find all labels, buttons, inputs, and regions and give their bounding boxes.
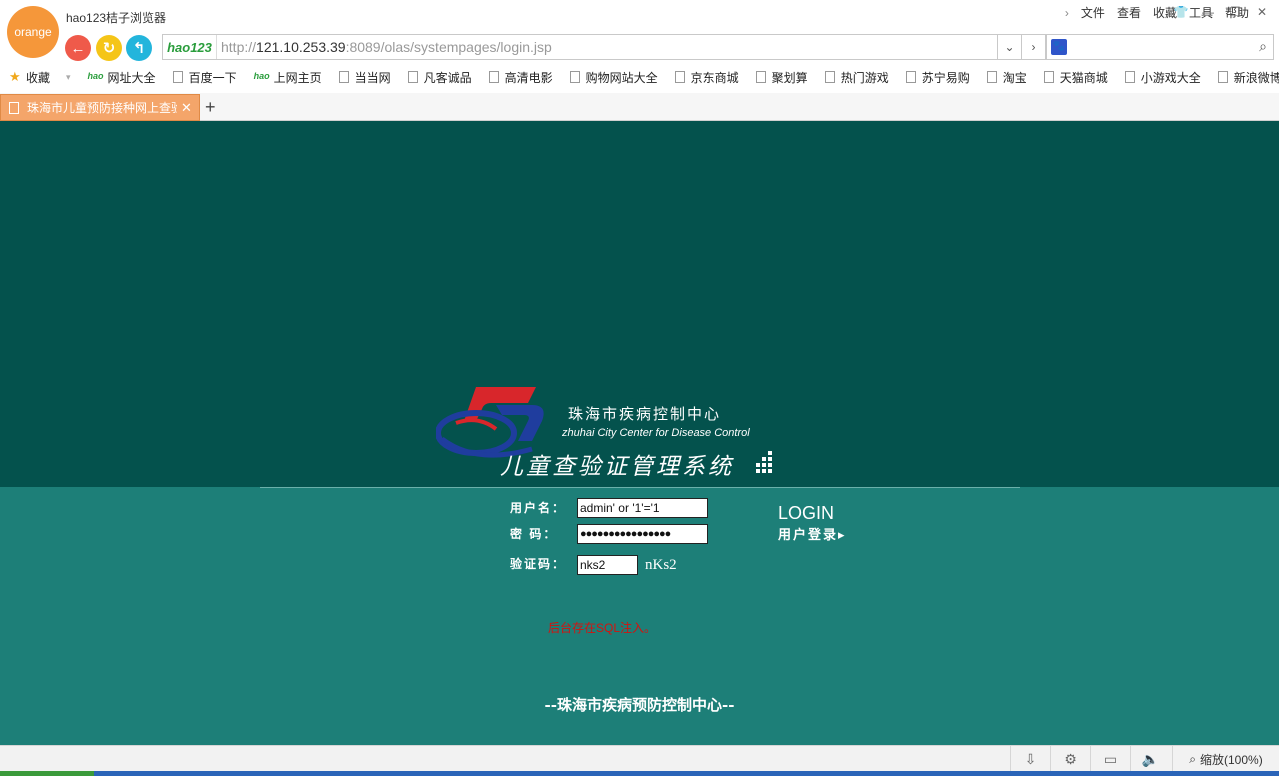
search-input[interactable]: 🐾 ⌕ [1046,34,1274,60]
navigation-bar: ← ↻ ↰ hao123 http://121.10.253.39:8089/o… [0,33,1279,62]
search-icon[interactable]: ⌕ [1259,38,1267,55]
refresh-icon[interactable]: ↻ [96,35,122,61]
volume-icon[interactable]: 🔈 [1130,746,1170,772]
bookmark-item[interactable]: 高清电影 [488,69,553,86]
bookmark-item[interactable]: hao 上网主页 [253,69,322,86]
bookmark-item[interactable]: 天猫商城 [1043,69,1108,86]
captcha-image[interactable]: nKs2 [645,557,677,574]
org-name-cn: 珠海市疾病控制中心 [568,405,722,423]
address-dropdown-icon[interactable]: ⌄ [998,34,1022,60]
bookmark-item[interactable]: 百度一下 [172,69,237,86]
dots-grid-icon [756,451,772,473]
page-icon [674,71,685,83]
password-label: 密 码： [510,527,558,541]
page-icon [488,71,499,83]
address-bar[interactable]: hao123 http://121.10.253.39:8089/olas/sy… [162,34,998,60]
bookmark-item[interactable]: hao 网址大全 [87,69,156,86]
page-icon [172,71,183,83]
skin-icon[interactable]: 👕 [1172,5,1190,21]
baidu-paw-icon[interactable]: 🐾 [1051,39,1067,55]
bookmark-item[interactable]: 热门游戏 [824,69,889,86]
page-icon [986,71,997,83]
password-field[interactable]: ●●●●●●●●●●●●●●●● [577,524,708,544]
tab-bar: 珠海市儿童预防接种网上查验 ✕ + [0,93,1279,121]
page-icon [1043,71,1054,83]
status-bar: ⇩ ⚙ ▭ 🔈 ⌕ 缩放(100%) [0,745,1279,772]
bookmark-item[interactable]: 聚划算 [755,69,808,86]
minimize-icon[interactable]: — [1199,5,1217,21]
browser-title: hao123桔子浏览器 [66,11,167,25]
hao-icon: hao [87,71,106,83]
bookmark-item[interactable]: 当当网 [338,69,391,86]
tab-title: 珠海市儿童预防接种网上查验 [27,101,177,115]
zoom-icon: ⌕ [1189,751,1197,766]
bookmark-item[interactable]: 苏宁易购 [905,69,970,86]
close-icon[interactable]: ✕ [1253,5,1271,21]
page-icon [338,71,349,83]
bookmark-favorites[interactable]: ★ 收藏 ▾ [9,69,71,86]
page-icon [1124,71,1135,83]
browser-titlebar: orange hao123桔子浏览器 › 文件 查看 收藏 工具 帮助 👕 — … [0,0,1279,58]
hao123-icon[interactable]: hao123 [163,35,217,59]
page-icon [905,71,916,83]
home-icon[interactable]: ↰ [126,35,152,61]
zoom-control[interactable]: ⌕ 缩放(100%) [1172,746,1279,772]
bookmark-item[interactable]: 购物网站大全 [569,69,658,86]
login-button[interactable]: LOGIN 用户登录▸ [778,503,864,559]
system-title: 儿童查验证管理系统 [500,454,734,480]
screen-icon[interactable]: ▭ [1090,746,1130,772]
bookmark-item[interactable]: 京东商城 [674,69,739,86]
bookmarks-bar: ★ 收藏 ▾ hao 网址大全 百度一下 hao 上网主页 当当网 凡客诚品 高清电影 … [0,66,1279,88]
captcha-label: 验证码： [510,557,567,571]
page-icon [407,71,418,83]
tab-active[interactable]: 珠海市儿童预防接种网上查验 ✕ [0,94,200,121]
menu-expand-icon[interactable]: › [1065,6,1069,20]
page-footer: --珠海市疾病预防控制中心-- [544,696,735,714]
top-menu: › 文件 查看 收藏 工具 帮助 [1053,4,1249,21]
page-icon [1217,71,1228,83]
page-icon [755,71,766,83]
bookmark-item[interactable]: 小游戏大全 [1124,69,1201,86]
menu-view[interactable]: 查看 [1117,4,1141,21]
tab-close-icon[interactable]: ✕ [181,100,192,116]
star-icon: ★ [9,70,23,83]
username-label: 用户名： [510,501,567,515]
browser-logo[interactable]: orange [7,6,59,58]
bookmark-item[interactable]: 淘宝 [986,69,1027,86]
captcha-field[interactable]: nks2 [577,555,638,575]
page-icon [569,71,580,83]
org-name-en: zhuhai City Center for Disease Control [562,427,750,439]
username-field[interactable]: admin' or '1'='1 [577,498,708,518]
status-message: 后台存在SQL注入。 [548,621,657,635]
login-button-label: LOGIN [778,503,835,523]
new-tab-icon[interactable]: + [205,97,216,118]
login-page: 珠海市疾病控制中心 zhuhai City Center for Disease… [0,121,1279,745]
hao-icon: hao [253,71,272,83]
address-url[interactable]: http://121.10.253.39:8089/olas/systempag… [217,39,552,55]
bookmark-item[interactable]: 新浪微博 [1217,69,1279,86]
back-icon[interactable]: ← [65,35,91,61]
bookmark-item[interactable]: 凡客诚品 [407,69,472,86]
menu-file[interactable]: 文件 [1081,4,1105,21]
download-icon[interactable]: ⇩ [1010,746,1050,772]
page-icon [824,71,835,83]
go-icon[interactable]: › [1022,34,1046,60]
zoom-label: 缩放(100%) [1200,752,1263,767]
restore-icon[interactable]: ❐ [1226,5,1244,21]
favorites-dropdown-icon[interactable]: ▾ [66,72,71,83]
os-taskbar [0,771,1279,776]
page-icon [9,101,19,114]
login-button-sublabel: 用户登录▸ [778,527,847,542]
start-button[interactable] [0,771,94,776]
divider-line [260,487,1020,488]
settings-icon[interactable]: ⚙ [1050,746,1090,772]
